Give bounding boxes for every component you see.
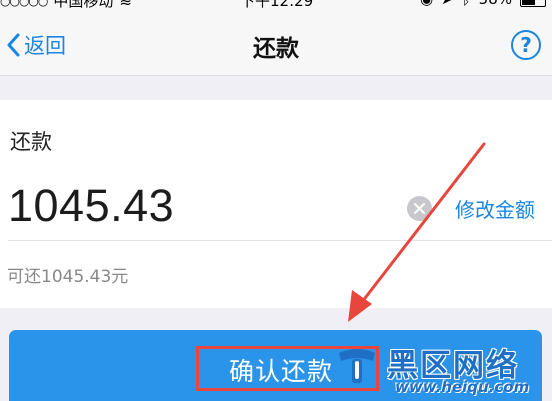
watermark: 黑区网络 www.heiqu.com [335, 340, 550, 401]
navigation-bar: 返回 还款 ? [0, 12, 552, 76]
status-right: ◉ ➤ ᛒ 58% [420, 0, 546, 8]
location-icon: ➤ [441, 0, 454, 8]
carrier-name: 中国移动 [53, 0, 114, 10]
repayment-screen: ○○○○○ 中国移动 ≋ 下午12:29 ◉ ➤ ᛒ 58% 返回 还款 ? 还… [0, 0, 552, 401]
confirm-repay-label: 确认还款 [229, 357, 334, 386]
repayment-label: 还款 [10, 130, 52, 154]
status-left: ○○○○○ 中国移动 ≋ [0, 0, 132, 11]
available-amount-text: 可还1045.43元 [7, 267, 129, 287]
lock-rotation-icon: ◉ [420, 0, 433, 8]
page-title: 还款 [253, 36, 299, 62]
battery-icon [520, 0, 546, 7]
help-icon[interactable]: ? [511, 30, 541, 60]
watermark-logo-icon [339, 349, 375, 383]
close-icon [414, 203, 425, 214]
status-bar: ○○○○○ 中国移动 ≋ 下午12:29 ◉ ➤ ᛒ 58% [0, 0, 552, 12]
watermark-url: www.heiqu.com [395, 378, 530, 396]
wifi-icon: ≋ [119, 0, 132, 10]
repayment-card: 还款 1045.43 修改金额 可还1045.43元 [0, 100, 552, 308]
battery-percent: 58% [479, 0, 512, 8]
signal-strength: ○○○○○ [0, 0, 48, 8]
clear-icon[interactable] [407, 196, 432, 221]
modify-amount-link[interactable]: 修改金额 [455, 194, 535, 223]
status-time: 下午12:29 [240, 0, 314, 10]
bluetooth-icon: ᛒ [462, 0, 471, 8]
divider [8, 240, 552, 241]
amount-input[interactable]: 1045.43 [8, 180, 174, 232]
